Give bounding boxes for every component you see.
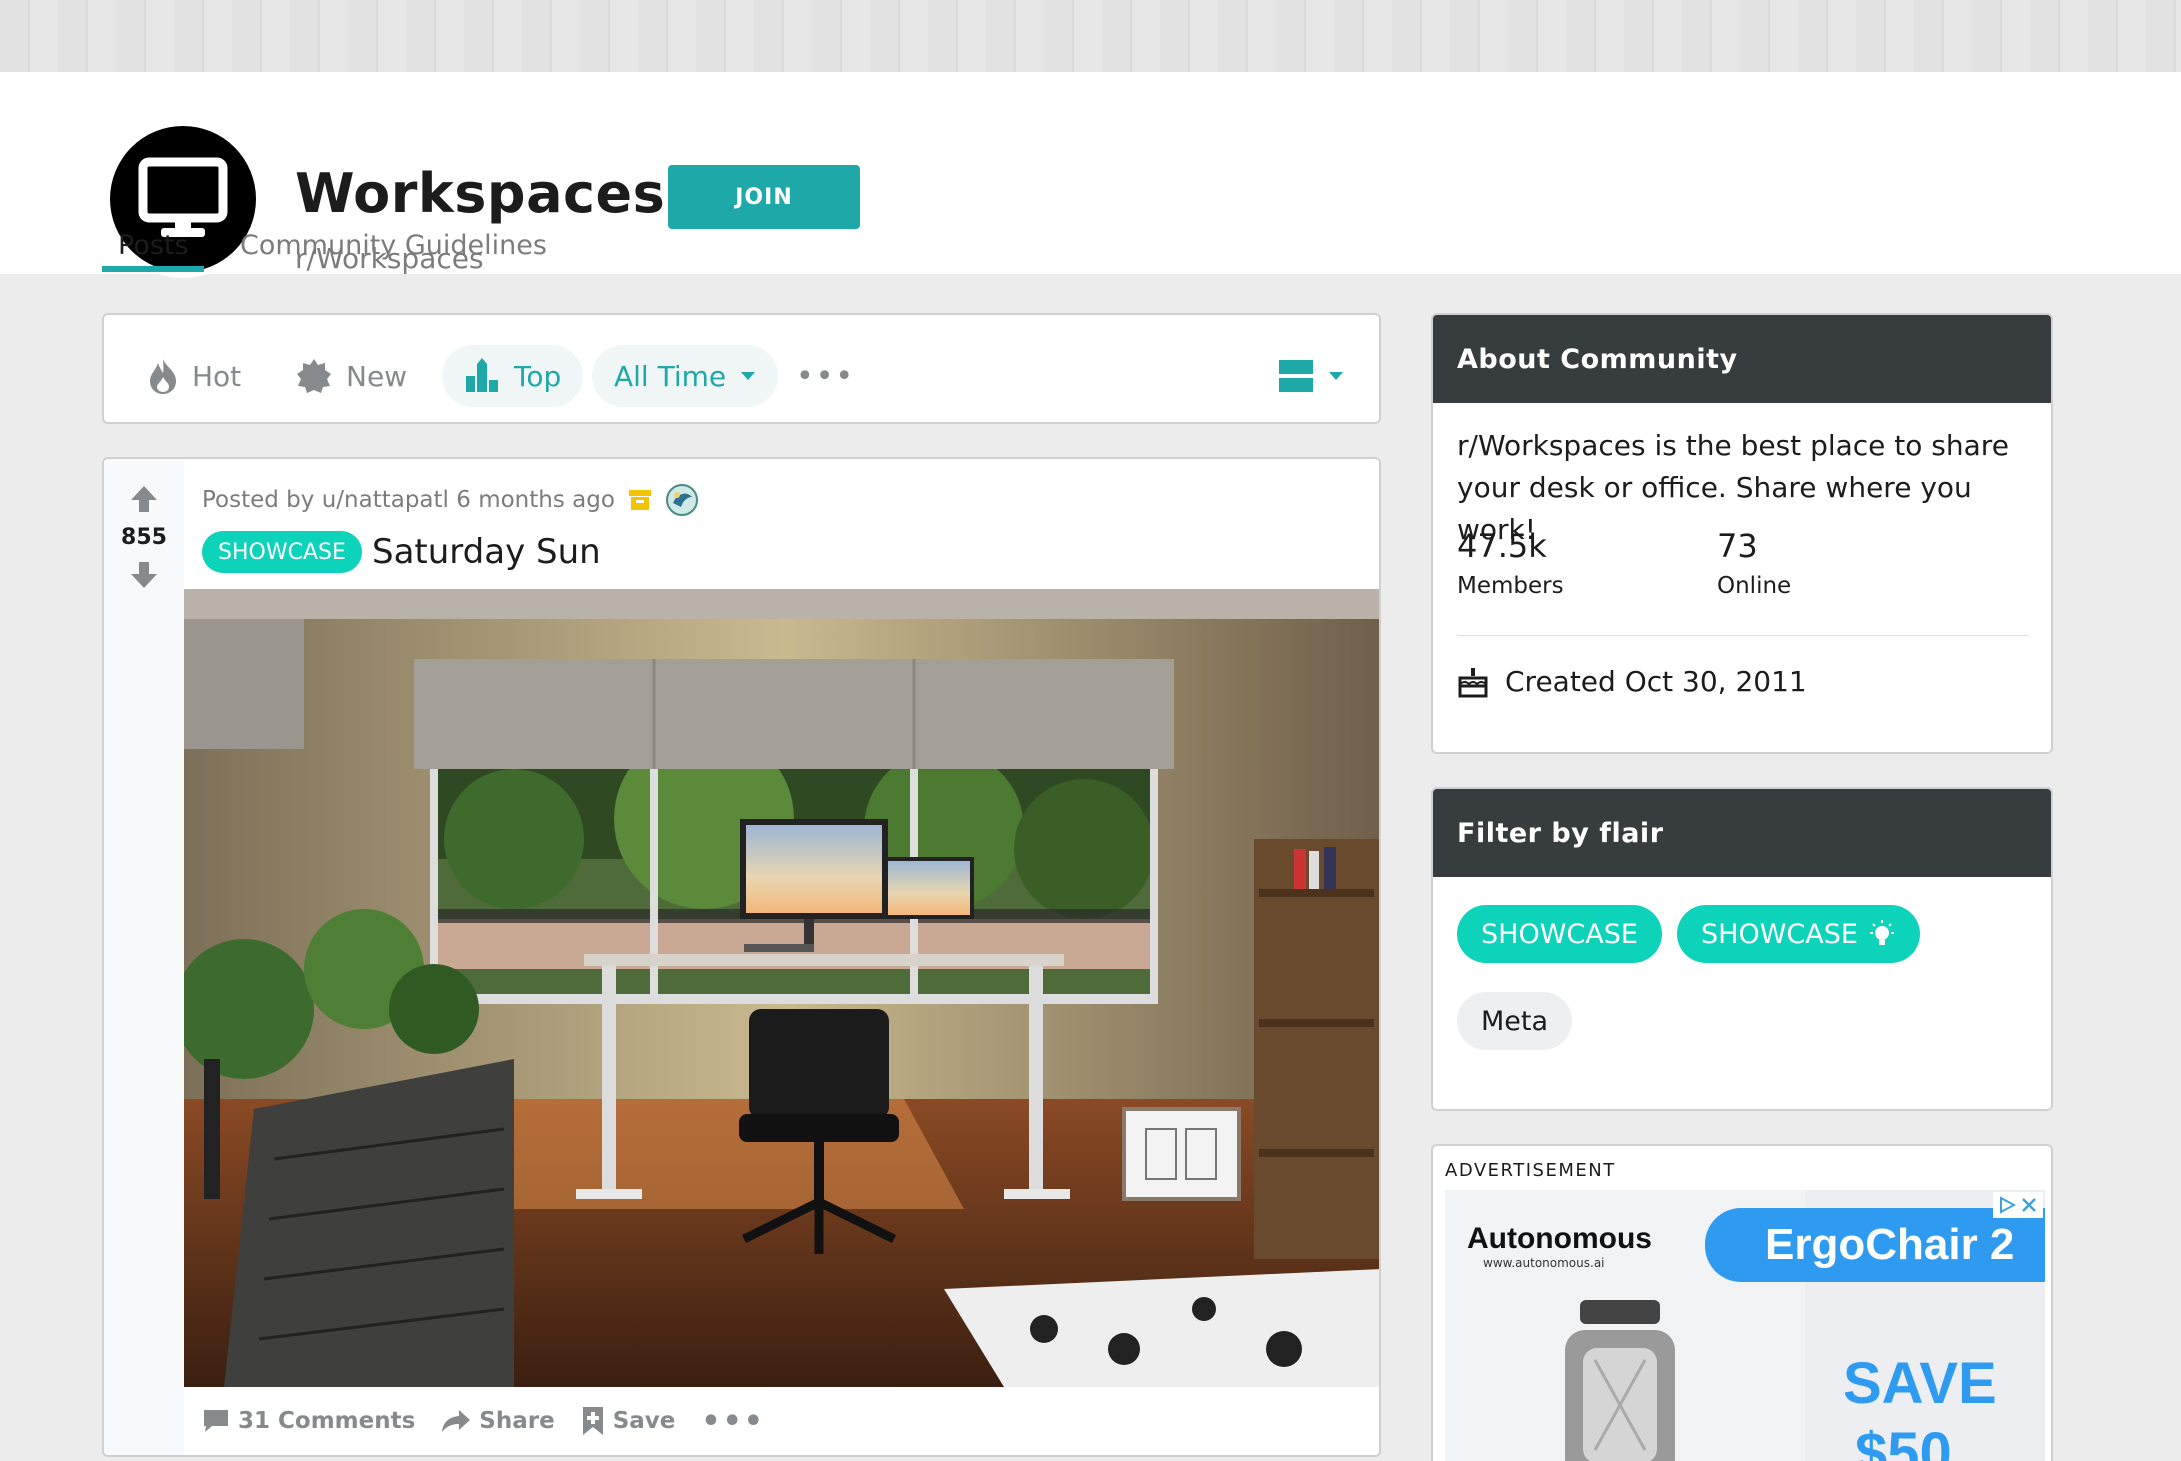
sort-top-label: Top — [514, 359, 562, 393]
created-label: Created Oct 30, 2011 — [1505, 665, 1807, 698]
ad-promo: SAVE — [1843, 1351, 1997, 1416]
flame-icon — [150, 359, 176, 394]
post-more-button[interactable]: ••• — [701, 1404, 765, 1439]
sort-hot-label: Hot — [192, 359, 242, 393]
new-badge-icon — [297, 359, 331, 393]
view-mode-dropdown[interactable] — [1278, 345, 1344, 407]
downvote-icon[interactable] — [128, 559, 160, 591]
ad-product: ErgoChair 2 — [1705, 1208, 2045, 1282]
cake-icon — [1458, 667, 1488, 697]
tab-community-guidelines[interactable]: Community Guidelines — [240, 230, 547, 261]
time-range-label: All Time — [614, 359, 727, 393]
ergo-chair-icon — [1565, 1300, 1675, 1461]
advertisement-label: ADVERTISEMENT — [1445, 1160, 1616, 1181]
ad-banner[interactable]: Autonomous www.autonomous.ai ErgoChair 2… — [1445, 1190, 2045, 1461]
sort-top[interactable]: Top — [442, 345, 584, 407]
ad-choices[interactable] — [1993, 1192, 2043, 1218]
flair-showcase-bulb[interactable]: SHOWCASE — [1677, 905, 1920, 963]
active-tab-indicator — [102, 266, 204, 272]
ad-brand-url: www.autonomous.ai — [1483, 1256, 1605, 1270]
share-icon — [442, 1410, 471, 1432]
post-flair-tag[interactable]: SHOWCASE — [202, 531, 362, 573]
time-range-dropdown[interactable]: All Time — [592, 345, 779, 407]
flair-showcase-bulb-label: SHOWCASE — [1701, 918, 1858, 950]
card-view-icon — [1279, 360, 1313, 392]
comments-label: 31 Comments — [238, 1408, 416, 1434]
workspace-photo — [184, 589, 1379, 1387]
close-icon[interactable] — [2020, 1196, 2038, 1214]
share-button[interactable]: Share — [441, 1408, 555, 1434]
comment-icon — [204, 1410, 228, 1432]
about-divider — [1457, 635, 2029, 636]
sort-hot[interactable]: Hot — [148, 345, 241, 407]
advertisement-widget: ADVERTISEMENT Autonomous www.autonomous.… — [1431, 1144, 2053, 1461]
upvote-icon[interactable] — [128, 483, 160, 515]
post-image[interactable] — [184, 589, 1379, 1387]
caret-down-icon — [741, 372, 756, 380]
tab-posts[interactable]: Posts — [118, 230, 189, 261]
save-button[interactable]: Save — [581, 1406, 676, 1436]
join-button[interactable]: JOIN — [668, 165, 860, 229]
sort-new-label: New — [346, 359, 408, 393]
flair-showcase[interactable]: SHOWCASE — [1457, 905, 1662, 963]
share-label: Share — [479, 1408, 555, 1434]
vote-count: 855 — [121, 525, 167, 550]
sort-bar: Hot New Top All Time ••• — [102, 313, 1381, 424]
created-date: Created Oct 30, 2011 — [1457, 665, 1807, 698]
lightbulb-icon — [1869, 920, 1894, 945]
post-meta: Posted by u/nattapatl 6 months ago — [202, 483, 699, 517]
filter-by-flair-widget: Filter by flair SHOWCASE SHOWCASE Meta — [1431, 787, 2053, 1111]
flair-meta[interactable]: Meta — [1457, 992, 1573, 1050]
save-label: Save — [612, 1408, 676, 1434]
flair-filter-header: Filter by flair — [1433, 789, 2051, 877]
caret-down-icon — [1329, 372, 1343, 380]
online-label: Online — [1717, 573, 1792, 599]
sort-new[interactable]: New — [296, 345, 407, 407]
vote-column: 855 — [104, 459, 184, 1455]
posted-by-text[interactable]: Posted by u/nattapatl 6 months ago — [202, 487, 615, 513]
post-title[interactable]: Saturday Sun — [372, 531, 601, 573]
online-count: 73 — [1717, 527, 1758, 565]
bookmark-add-icon — [582, 1407, 603, 1435]
sort-more-button[interactable]: ••• — [796, 345, 855, 407]
post-card[interactable]: 855 Posted by u/nattapatl 6 months ago S… — [102, 457, 1381, 1457]
ad-brand: Autonomous — [1467, 1222, 1652, 1255]
archive-icon — [628, 490, 651, 510]
about-community-widget: About Community r/Workspaces is the best… — [1431, 313, 2053, 754]
about-header: About Community — [1433, 315, 2051, 403]
award-icon[interactable] — [665, 483, 699, 517]
community-banner — [0, 0, 2181, 72]
community-title: Workspaces — [295, 162, 666, 225]
ad-promo-amount: $50 — [1855, 1421, 1952, 1461]
post-actions: 31 Comments Share Save ••• — [202, 1399, 765, 1443]
top-podium-icon — [466, 358, 498, 392]
comments-button[interactable]: 31 Comments — [202, 1408, 415, 1434]
members-count: 47.5k — [1457, 527, 1547, 565]
adchoices-icon[interactable] — [1998, 1196, 2016, 1214]
members-label: Members — [1457, 573, 1564, 599]
